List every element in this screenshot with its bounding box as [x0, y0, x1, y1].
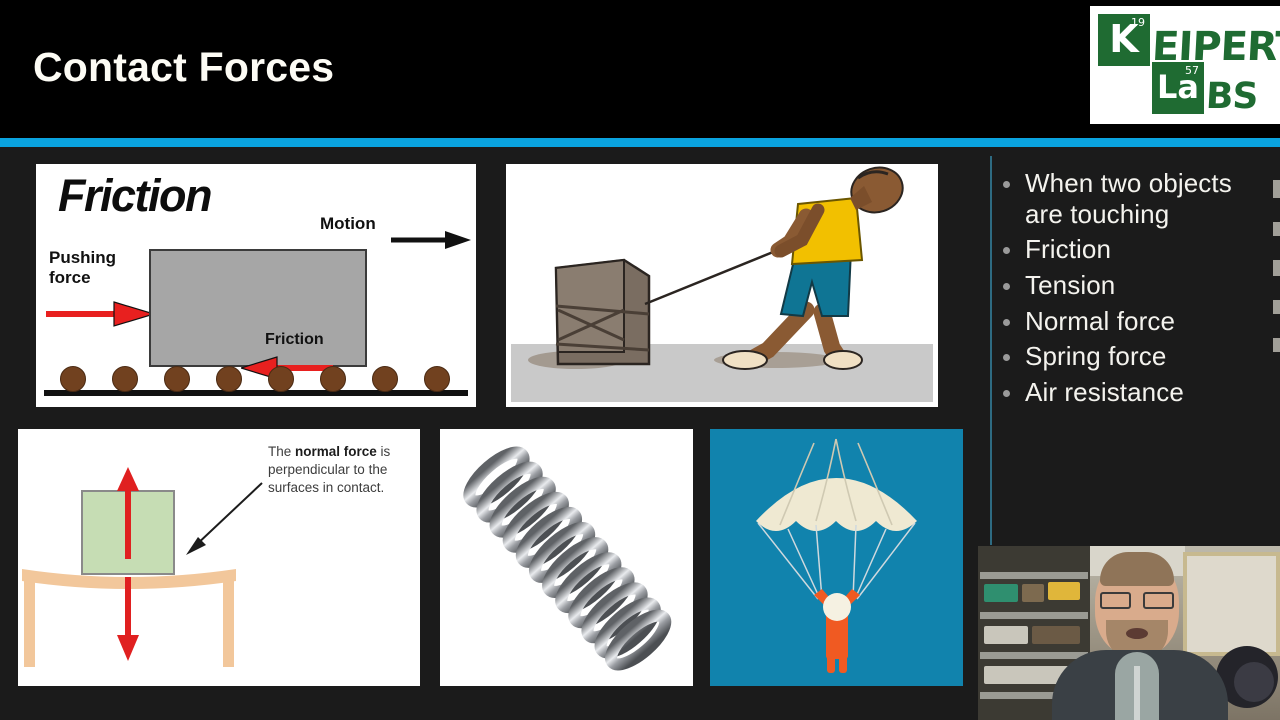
- list-item: Air resistance: [1003, 377, 1275, 408]
- logo-element-k-number: 19: [1131, 16, 1145, 29]
- normal-force-diagram: The normal force is perpendicular to the…: [18, 429, 420, 686]
- friction-ball: [320, 366, 346, 392]
- list-item: Spring force: [1003, 341, 1275, 372]
- parachutist-head: [823, 593, 851, 621]
- logo-line-1: 19 K EIPERT'S: [1098, 14, 1280, 70]
- parachute-canopy: [756, 438, 917, 531]
- storage-bin: [1032, 626, 1080, 644]
- storage-bin: [984, 584, 1018, 602]
- normal-force-graphic: [22, 467, 263, 667]
- friction-ball: [372, 366, 398, 392]
- friction-pushing-force-label: Pushing force: [49, 248, 117, 287]
- webcam-equipment-inner: [1234, 662, 1274, 702]
- list-item: Normal force: [1003, 306, 1275, 337]
- friction-diagram-title: Friction: [58, 170, 213, 221]
- motion-arrow-icon: [391, 231, 471, 249]
- page-title: Contact Forces: [33, 44, 335, 90]
- logo-word-keiperts: EIPERT'S: [1150, 24, 1280, 70]
- webcam-whiteboard: [1183, 552, 1280, 656]
- friction-ball: [164, 366, 190, 392]
- glasses-lens: [1143, 592, 1174, 609]
- storage-bin: [984, 626, 1028, 644]
- sliver-fragment: [1273, 260, 1280, 276]
- panel-divider-line: [990, 156, 992, 545]
- pushing-force-arrow-icon: [46, 301, 156, 327]
- presenter-hair: [1100, 552, 1174, 586]
- friction-ball: [424, 366, 450, 392]
- logo-element-k: 19 K: [1098, 14, 1150, 66]
- slide-header: Contact Forces 19 K EIPERT'S 57 La BS: [0, 0, 1280, 138]
- sliver-fragment: [1273, 180, 1280, 198]
- presenter-mouth: [1126, 628, 1148, 639]
- accent-divider-bar: [0, 138, 1280, 147]
- list-item: Friction: [1003, 234, 1275, 265]
- keipert-labs-logo: 19 K EIPERT'S 57 La BS: [1090, 6, 1280, 124]
- list-item: Tension: [1003, 270, 1275, 301]
- bullet-list: When two objects are touching Friction T…: [1003, 168, 1275, 413]
- presenter-webcam-overlay[interactable]: [978, 546, 1280, 720]
- parachute-graphic: [756, 438, 917, 673]
- bullet-dot-icon: [1003, 247, 1010, 255]
- bullet-dot-icon: [1003, 390, 1010, 398]
- friction-diagram: Friction Motion Pushing force Friction: [36, 164, 476, 407]
- friction-block: [149, 249, 367, 367]
- bullet-dot-icon: [1003, 354, 1010, 362]
- parachute-lines: [757, 522, 916, 600]
- friction-ball: [216, 366, 242, 392]
- storage-bin: [1048, 582, 1080, 600]
- sliver-fragment: [1273, 222, 1280, 236]
- logo-element-la-number: 57: [1185, 64, 1199, 77]
- friction-motion-label: Motion: [320, 214, 376, 233]
- bullet-dot-icon: [1003, 283, 1010, 291]
- sliver-fragment: [1273, 300, 1280, 314]
- spring-force-image: [440, 429, 693, 686]
- logo-word-bs: BS: [1204, 75, 1259, 117]
- bullet-label: Normal force: [1025, 305, 1176, 336]
- storage-bin: [1022, 584, 1044, 602]
- bullet-label: Friction: [1025, 234, 1112, 265]
- friction-ground-line: [44, 390, 468, 396]
- logo-line-2: 57 La BS: [1152, 62, 1259, 117]
- glasses-lens: [1100, 592, 1131, 609]
- tension-figure-graphic: [528, 166, 904, 370]
- tension-illustration: [506, 164, 938, 407]
- shelf-row: [980, 612, 1088, 619]
- friction-force-label: Friction: [265, 331, 324, 348]
- bullet-label: When two objects are touching: [1025, 168, 1232, 229]
- presenter-zipper: [1134, 666, 1140, 720]
- shelf-row: [980, 572, 1088, 579]
- logo-element-la: 57 La: [1152, 62, 1204, 114]
- list-item: When two objects are touching: [1003, 168, 1275, 229]
- bullet-dot-icon: [1003, 181, 1010, 188]
- friction-ball: [60, 366, 86, 392]
- glasses-icon: [1100, 592, 1174, 609]
- coil-spring-graphic: [463, 446, 672, 671]
- air-resistance-image: [710, 429, 963, 686]
- bullet-label: Spring force: [1025, 341, 1167, 372]
- shelf-row: [980, 652, 1088, 659]
- friction-ball: [112, 366, 138, 392]
- sliver-fragment: [1273, 338, 1280, 352]
- bullet-label: Tension: [1025, 270, 1116, 301]
- slide-stage: Contact Forces 19 K EIPERT'S 57 La BS Fr…: [0, 0, 1280, 720]
- bullet-label: Air resistance: [1025, 377, 1184, 408]
- offscreen-content-sliver: [1273, 160, 1280, 540]
- friction-ball: [268, 366, 294, 392]
- bullet-dot-icon: [1003, 318, 1010, 326]
